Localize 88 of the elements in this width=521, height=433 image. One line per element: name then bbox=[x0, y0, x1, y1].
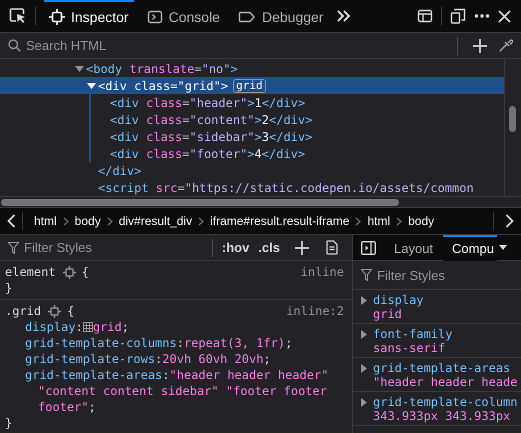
grid-badge[interactable]: grid bbox=[233, 78, 266, 92]
more-tools-icon[interactable] bbox=[336, 9, 352, 23]
twisty-icon[interactable] bbox=[360, 330, 368, 339]
scrollbar-thumb[interactable] bbox=[509, 106, 516, 132]
markup-line: <div class="grid"> bbox=[98, 78, 228, 92]
console-icon bbox=[146, 9, 163, 25]
chevron-right-icon bbox=[355, 216, 362, 226]
twisty-icon[interactable] bbox=[360, 296, 368, 305]
close-brace: } bbox=[5, 416, 12, 430]
chevron-right-icon bbox=[62, 216, 69, 226]
breadcrumb[interactable]: html bbox=[34, 214, 57, 228]
property-name: grid-template-areas bbox=[373, 361, 512, 375]
markup-row[interactable]: <body translate="no"> bbox=[0, 60, 504, 77]
eyedropper-icon[interactable] bbox=[498, 38, 513, 53]
markup-row[interactable]: <div class="footer">4</div> bbox=[91, 145, 504, 162]
class-toggle[interactable]: .cls bbox=[258, 240, 280, 255]
rule-source[interactable]: inline:2 bbox=[286, 303, 344, 319]
chevron-right-icon bbox=[396, 216, 402, 226]
rule-selector: element bbox=[5, 264, 56, 280]
property-value: sans-serif bbox=[373, 341, 446, 355]
crosshair-icon[interactable] bbox=[48, 304, 62, 318]
declaration: grid-template-rows:20vh 60vh 20vh; bbox=[24, 351, 272, 367]
sidebar-tab[interactable]: Compu bbox=[443, 235, 497, 260]
chevron-right-icon[interactable] bbox=[505, 214, 514, 228]
tool-tab[interactable]: Console bbox=[142, 0, 225, 32]
dock-layout-icon[interactable] bbox=[417, 8, 433, 24]
rule-source[interactable]: inline bbox=[300, 264, 344, 280]
responsive-design-icon[interactable] bbox=[450, 8, 466, 24]
more-options-icon[interactable] bbox=[474, 13, 490, 19]
twisty-icon[interactable] bbox=[87, 81, 96, 90]
twisty-icon[interactable] bbox=[360, 364, 368, 373]
sidebar-toggle-icon[interactable] bbox=[361, 240, 376, 254]
property-name: grid-template-column bbox=[373, 395, 518, 409]
open-brace: { bbox=[67, 303, 74, 319]
markup-row[interactable]: <script src="https://static.codepen.io/assets/common bbox=[0, 179, 504, 196]
chevron-left-icon[interactable] bbox=[7, 214, 16, 228]
filter-icon bbox=[361, 269, 372, 281]
declaration: grid-template-areas:"header header header" "content content sidebar" "footer footer footer"; bbox=[24, 367, 330, 415]
search-field[interactable]: Search HTML bbox=[26, 38, 448, 53]
markup-row[interactable]: <div class="grid"> grid bbox=[0, 77, 504, 94]
property-value: grid bbox=[373, 307, 403, 321]
crosshair-icon[interactable] bbox=[62, 266, 76, 278]
property-value: "header header heade bbox=[373, 375, 518, 389]
element-picker-icon[interactable] bbox=[9, 7, 27, 25]
breadcrumb[interactable]: html bbox=[367, 214, 390, 228]
markup-line: <div class="sidebar">3</div> bbox=[110, 130, 312, 144]
markup-row[interactable]: <div class="sidebar">3</div> bbox=[91, 128, 504, 145]
breadcrumb[interactable]: body bbox=[408, 214, 434, 228]
close-icon[interactable] bbox=[498, 10, 511, 22]
sidebar-tab[interactable]: Layout bbox=[376, 235, 444, 260]
markup-line: <body translate="no"> bbox=[86, 62, 238, 76]
inspector-icon bbox=[49, 9, 65, 25]
open-brace: { bbox=[82, 264, 89, 280]
markup-line: <div class="content">2</div> bbox=[110, 112, 312, 126]
property-name: font-family bbox=[373, 327, 452, 341]
caret-icon[interactable] bbox=[498, 245, 507, 250]
search-icon bbox=[8, 39, 21, 52]
filter-field[interactable]: Filter Styles bbox=[377, 268, 513, 282]
filter-icon bbox=[8, 242, 19, 254]
twisty-icon[interactable] bbox=[75, 64, 84, 73]
add-node-icon[interactable] bbox=[473, 38, 487, 52]
markup-row[interactable]: <div class="content">2</div> bbox=[91, 111, 504, 128]
rule-selector: .grid bbox=[5, 303, 42, 319]
tool-tab[interactable]: Debugger bbox=[232, 0, 328, 32]
chevron-right-icon bbox=[198, 216, 204, 226]
declaration: grid-template-columns:repeat(3, 1fr); bbox=[24, 335, 294, 351]
markup-line: <div class="footer">4</div> bbox=[110, 146, 306, 160]
property-name: display bbox=[373, 293, 424, 307]
property-value: 343.933px 343.933px bbox=[373, 409, 512, 423]
scrollbar-thumb[interactable] bbox=[1, 199, 399, 206]
close-brace: } bbox=[5, 281, 12, 295]
markup-line: <div class="header">1</div> bbox=[110, 96, 306, 110]
markup-line: </div> bbox=[98, 164, 142, 178]
markup-line: <script src="https://static.codepen.io/assets/common bbox=[98, 180, 474, 194]
grid-icon[interactable] bbox=[82, 322, 93, 332]
chevron-right-icon bbox=[106, 216, 113, 226]
document-icon[interactable] bbox=[326, 240, 338, 255]
twisty-icon[interactable] bbox=[360, 398, 368, 407]
breadcrumb[interactable]: div#result_div bbox=[118, 214, 192, 228]
markup-row[interactable]: <div class="header">1</div> bbox=[91, 94, 504, 111]
tool-tab[interactable]: Inspector bbox=[44, 0, 134, 32]
filter-field[interactable]: Filter Styles bbox=[24, 240, 203, 255]
hover-toggle[interactable]: :hov bbox=[222, 240, 250, 255]
declaration: display: grid; bbox=[24, 319, 130, 335]
breadcrumb[interactable]: iframe#result.result-iframe bbox=[210, 214, 350, 228]
debugger-icon bbox=[238, 9, 256, 25]
add-rule-icon[interactable] bbox=[295, 240, 309, 254]
breadcrumb[interactable]: body bbox=[74, 214, 101, 228]
